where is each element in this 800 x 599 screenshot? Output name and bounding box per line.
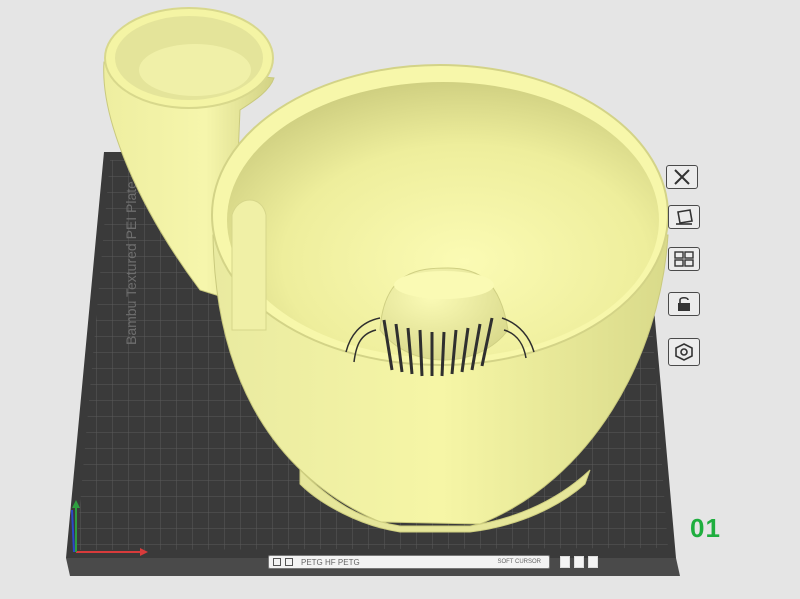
object-info-bar[interactable]: PETG HF PETG SOFT CURSOR: [268, 555, 550, 569]
orient-tool-button[interactable]: [668, 205, 700, 229]
object-info-text: SOFT CURSOR: [497, 559, 541, 565]
copy-icon[interactable]: [574, 556, 584, 568]
lock-icon: [678, 296, 690, 311]
plate-label: Bambu Textured PEI Plate: [123, 181, 139, 345]
object-name-text: PETG HF PETG: [301, 557, 360, 567]
delete-icon[interactable]: [560, 556, 570, 568]
arrange-icon: [674, 251, 694, 267]
lock-tool-button[interactable]: [668, 292, 700, 316]
plate-name-text: Bambu Textured PEI Plate: [123, 181, 139, 345]
plate-number[interactable]: 01: [690, 513, 721, 544]
image-icon[interactable]: [285, 558, 293, 566]
trash-icon[interactable]: [588, 556, 598, 568]
close-tool-button[interactable]: [666, 165, 698, 189]
settings-icon: [675, 343, 693, 361]
settings-tool-button[interactable]: [668, 338, 700, 366]
arrange-tool-button[interactable]: [668, 247, 700, 271]
orient-icon: [676, 209, 693, 225]
grid-icon[interactable]: [273, 558, 281, 566]
close-icon: [674, 169, 690, 185]
